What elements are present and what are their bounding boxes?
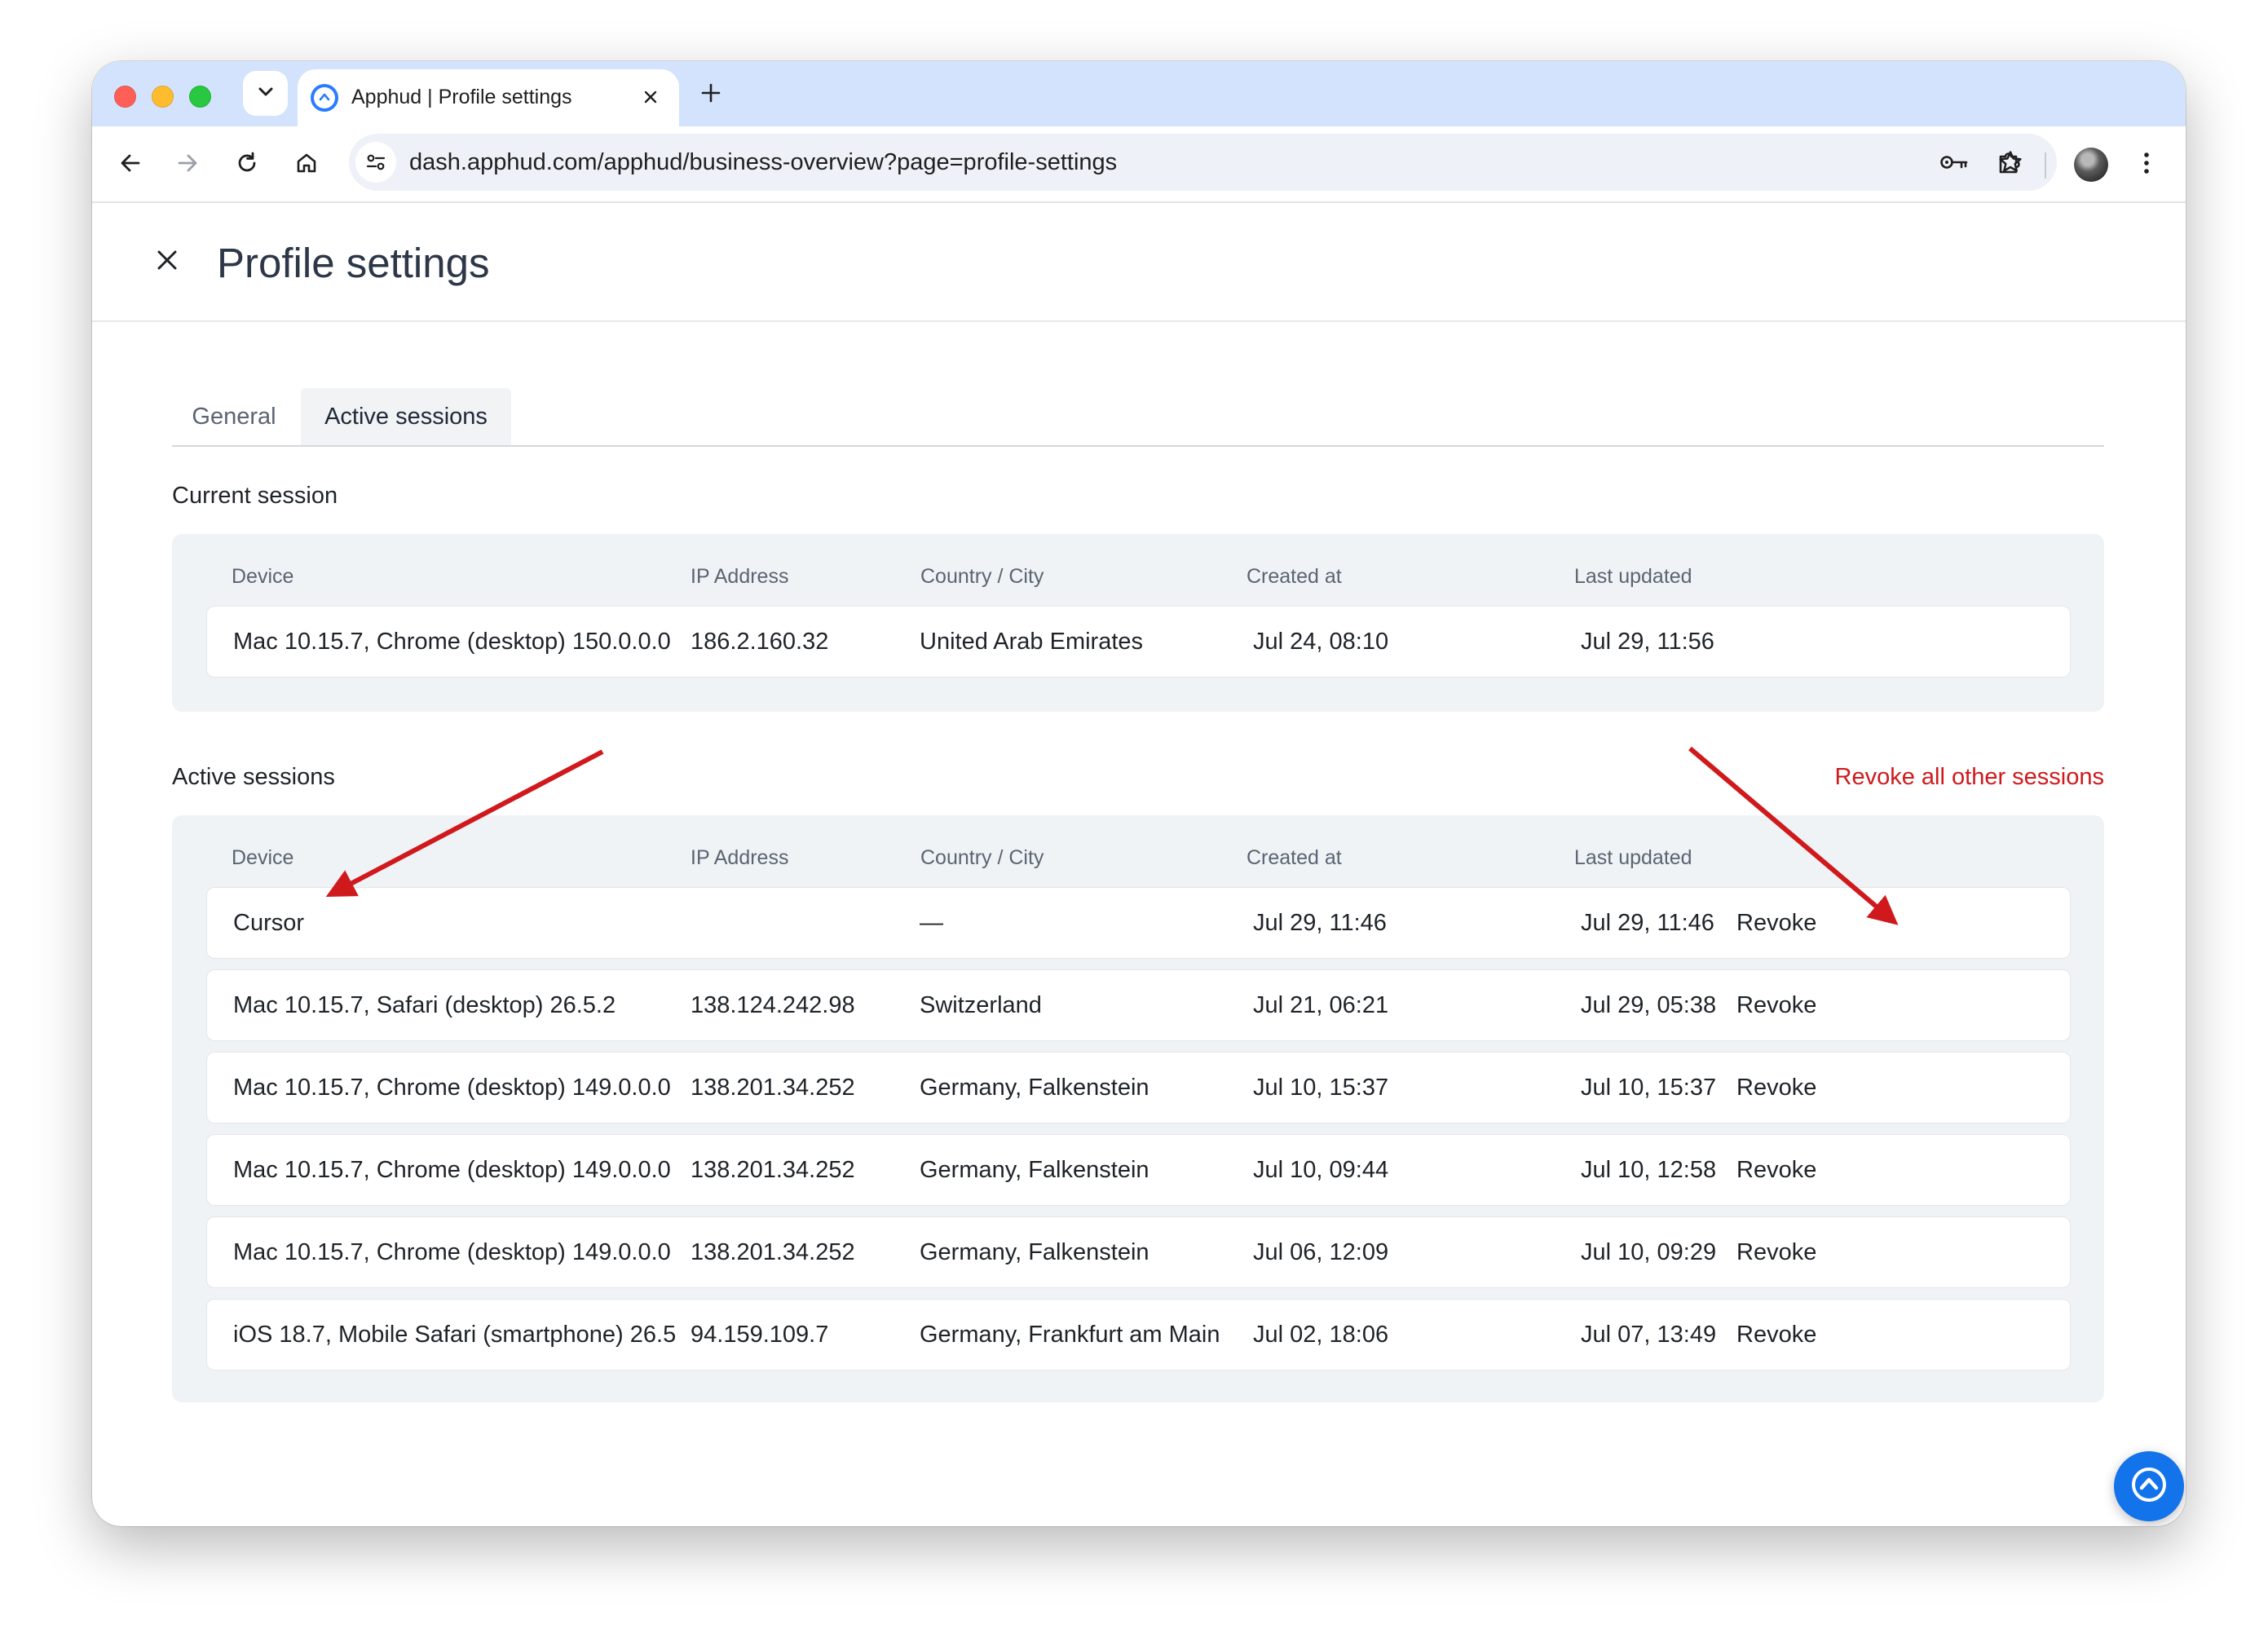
updated-cell: Jul 10, 12:58	[1581, 1157, 1717, 1183]
forward-icon[interactable]	[167, 143, 208, 183]
created-cell: Jul 10, 09:44	[1253, 1157, 1389, 1183]
window-zoom-button[interactable]	[189, 86, 211, 108]
session-row: Cursor — Jul 29, 11:46 Jul 29, 11:46 Rev…	[206, 887, 2071, 959]
ip-cell: 186.2.160.32	[691, 629, 829, 655]
site-info-icon[interactable]	[355, 142, 396, 183]
plus-icon	[700, 82, 721, 108]
location-cell: Germany, Falkenstein	[920, 1157, 1149, 1183]
chat-support-icon	[2129, 1464, 2169, 1509]
tab-active-sessions[interactable]: Active sessions	[301, 388, 511, 445]
updated-cell: Jul 10, 15:37	[1581, 1075, 1717, 1101]
created-cell: Jul 24, 08:10	[1253, 629, 1389, 655]
column-header-ip: IP Address	[691, 565, 789, 588]
device-cell: Cursor	[233, 910, 305, 936]
column-header-location: Country / City	[920, 846, 1044, 869]
device-cell: Mac 10.15.7, Chrome (desktop) 149.0.0.0	[233, 1239, 671, 1265]
toolbar-divider	[2045, 152, 2046, 179]
browser-tab-active[interactable]: Apphud | Profile settings	[298, 69, 679, 128]
location-cell: Germany, Falkenstein	[920, 1075, 1149, 1101]
revoke-button[interactable]: Revoke	[1736, 1135, 1816, 1205]
location-cell: Germany, Frankfurt am Main	[920, 1322, 1220, 1348]
revoke-button[interactable]: Revoke	[1736, 888, 1816, 958]
session-row: Mac 10.15.7, Chrome (desktop) 149.0.0.0 …	[206, 1052, 2071, 1123]
created-cell: Jul 02, 18:06	[1253, 1322, 1389, 1348]
updated-cell: Jul 29, 05:38	[1581, 992, 1717, 1018]
revoke-button[interactable]: Revoke	[1736, 1053, 1816, 1123]
updated-cell: Jul 07, 13:49	[1581, 1322, 1717, 1348]
location-cell: Switzerland	[920, 992, 1042, 1018]
tab-general[interactable]: General	[172, 388, 296, 445]
device-cell: iOS 18.7, Mobile Safari (smartphone) 26.…	[233, 1322, 677, 1348]
ip-cell: 138.201.34.252	[691, 1239, 855, 1265]
close-icon[interactable]	[144, 237, 190, 283]
device-cell: Mac 10.15.7, Chrome (desktop) 149.0.0.0	[233, 1157, 671, 1183]
column-header-updated: Last updated	[1574, 565, 1692, 588]
tab-search-button[interactable]	[243, 71, 288, 116]
device-cell: Mac 10.15.7, Safari (desktop) 26.5.2	[233, 992, 616, 1018]
updated-cell: Jul 29, 11:56	[1581, 629, 1714, 655]
back-icon[interactable]	[110, 143, 151, 183]
created-cell: Jul 29, 11:46	[1253, 910, 1387, 936]
address-bar[interactable]: dash.apphud.com/apphud/business-overview…	[349, 134, 2057, 191]
page-title: Profile settings	[217, 240, 490, 286]
window-close-button[interactable]	[114, 86, 136, 108]
current-session-card: Device IP Address Country / City Created…	[172, 534, 2104, 712]
session-row: Mac 10.15.7, Safari (desktop) 26.5.2 138…	[206, 969, 2071, 1041]
ip-cell: 94.159.109.7	[691, 1322, 829, 1348]
home-icon[interactable]	[286, 143, 327, 183]
browser-tab-title: Apphud | Profile settings	[351, 86, 572, 108]
device-cell: Mac 10.15.7, Chrome (desktop) 150.0.0.0	[233, 629, 671, 655]
created-cell: Jul 21, 06:21	[1253, 992, 1389, 1018]
reload-icon[interactable]	[227, 143, 267, 183]
session-row: Mac 10.15.7, Chrome (desktop) 149.0.0.0 …	[206, 1134, 2071, 1206]
revoke-button[interactable]: Revoke	[1736, 970, 1816, 1040]
password-key-icon[interactable]	[1935, 142, 1975, 183]
device-cell: Mac 10.15.7, Chrome (desktop) 149.0.0.0	[233, 1075, 671, 1101]
profile-avatar[interactable]	[2074, 148, 2108, 182]
column-header-updated: Last updated	[1574, 846, 1692, 869]
browser-tabstrip: Apphud | Profile settings	[92, 61, 2186, 128]
location-cell: Germany, Falkenstein	[920, 1239, 1149, 1265]
updated-cell: Jul 29, 11:46	[1581, 910, 1714, 936]
ip-cell: 138.201.34.252	[691, 1157, 855, 1183]
created-cell: Jul 10, 15:37	[1253, 1075, 1389, 1101]
revoke-button[interactable]: Revoke	[1736, 1300, 1816, 1370]
chevron-down-icon	[256, 82, 276, 105]
settings-tabs: General Active sessions	[172, 388, 2104, 447]
window-minimize-button[interactable]	[152, 86, 174, 108]
column-header-ip: IP Address	[691, 846, 789, 869]
revoke-all-sessions-button[interactable]: Revoke all other sessions	[1835, 764, 2104, 791]
active-sessions-card: Device IP Address Country / City Created…	[172, 815, 2104, 1402]
new-tab-button[interactable]	[691, 74, 731, 115]
extensions-icon[interactable]	[1989, 143, 2030, 183]
browser-window: Apphud | Profile settings dash.apphud.co…	[92, 61, 2186, 1526]
created-cell: Jul 06, 12:09	[1253, 1239, 1389, 1265]
current-session-row: Mac 10.15.7, Chrome (desktop) 150.0.0.0 …	[206, 606, 2071, 678]
location-cell: —	[920, 910, 943, 936]
menu-icon[interactable]	[2126, 143, 2167, 183]
browser-toolbar: dash.apphud.com/apphud/business-overview…	[92, 126, 2186, 203]
chat-support-button[interactable]	[2114, 1451, 2184, 1521]
ip-cell: 138.124.242.98	[691, 992, 855, 1018]
ip-cell: 138.201.34.252	[691, 1075, 855, 1101]
apphud-favicon-icon	[311, 84, 338, 112]
session-row: Mac 10.15.7, Chrome (desktop) 149.0.0.0 …	[206, 1216, 2071, 1288]
url-text[interactable]: dash.apphud.com/apphud/business-overview…	[409, 149, 1117, 176]
location-cell: United Arab Emirates	[920, 629, 1144, 655]
column-header-created: Created at	[1247, 565, 1342, 588]
column-header-created: Created at	[1247, 846, 1342, 869]
active-sessions-title: Active sessions	[172, 764, 335, 790]
current-session-title: Current session	[172, 483, 338, 509]
updated-cell: Jul 10, 09:29	[1581, 1239, 1717, 1265]
column-header-device: Device	[232, 846, 294, 869]
tab-close-icon[interactable]	[635, 82, 666, 113]
session-row: iOS 18.7, Mobile Safari (smartphone) 26.…	[206, 1299, 2071, 1371]
column-header-location: Country / City	[920, 565, 1044, 588]
column-header-device: Device	[232, 565, 294, 588]
revoke-button[interactable]: Revoke	[1736, 1217, 1816, 1287]
page-header: Profile settings	[92, 203, 2186, 322]
